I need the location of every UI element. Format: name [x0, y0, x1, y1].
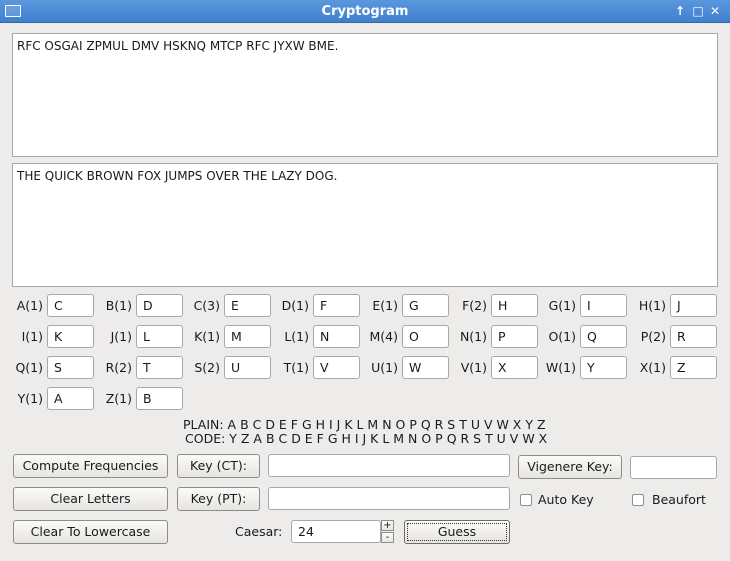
letter-label-p: P(2) — [640, 329, 666, 344]
letter-label-t: T(1) — [283, 360, 309, 375]
letter-input-n[interactable]: P — [491, 325, 538, 348]
letter-input-c[interactable]: E — [224, 294, 271, 317]
letter-label-q: Q(1) — [15, 360, 43, 375]
shade-icon[interactable]: ↑ — [672, 3, 688, 19]
letter-input-y[interactable]: A — [47, 387, 94, 410]
letter-input-l[interactable]: N — [313, 325, 360, 348]
maximize-icon[interactable]: □ — [690, 3, 706, 19]
letter-label-h: H(1) — [638, 298, 666, 313]
vigenere-key-button[interactable]: Vigenere Key: — [518, 455, 622, 479]
letter-input-p[interactable]: R — [670, 325, 717, 348]
caesar-decrement-button[interactable]: - — [381, 532, 394, 543]
letter-label-y: Y(1) — [17, 391, 43, 406]
clear-letters-button[interactable]: Clear Letters — [13, 487, 168, 511]
letter-input-j[interactable]: L — [136, 325, 183, 348]
letter-input-b[interactable]: D — [136, 294, 183, 317]
letter-input-m[interactable]: O — [402, 325, 449, 348]
letter-label-e: E(1) — [372, 298, 398, 313]
letter-input-d[interactable]: F — [313, 294, 360, 317]
letter-label-i: I(1) — [21, 329, 43, 344]
letter-input-x[interactable]: Z — [670, 356, 717, 379]
window-title: Cryptogram — [321, 4, 409, 19]
key-ct-input[interactable] — [268, 454, 510, 477]
close-icon[interactable]: ✕ — [707, 3, 723, 19]
letter-label-o: O(1) — [548, 329, 576, 344]
letter-label-n: N(1) — [459, 329, 487, 344]
letter-label-k: K(1) — [194, 329, 220, 344]
letter-label-a: A(1) — [16, 298, 43, 313]
letter-label-c: C(3) — [193, 298, 220, 313]
letter-label-m: M(4) — [369, 329, 399, 344]
letter-label-r: R(2) — [105, 360, 132, 375]
code-alphabet: CODE: Y Z A B C D E F G H I J K L M N O … — [185, 431, 548, 446]
letter-input-t[interactable]: V — [313, 356, 360, 379]
letter-label-w: W(1) — [545, 360, 576, 375]
key-pt-button[interactable]: Key (PT): — [177, 487, 260, 511]
plain-alphabet: PLAIN: A B C D E F G H I J K L M N O P Q… — [183, 417, 546, 432]
letter-label-f: F(2) — [462, 298, 487, 313]
ciphertext-area[interactable]: RFC OSGAI ZPMUL DMV HSKNQ MTCP RFC JYXW … — [12, 33, 718, 157]
letter-input-r[interactable]: T — [136, 356, 183, 379]
letter-label-u: U(1) — [371, 360, 398, 375]
letter-input-w[interactable]: Y — [580, 356, 627, 379]
vigenere-key-input[interactable] — [630, 456, 717, 479]
letter-input-v[interactable]: X — [491, 356, 538, 379]
letter-label-g: G(1) — [548, 298, 576, 313]
plaintext-area[interactable]: THE QUICK BROWN FOX JUMPS OVER THE LAZY … — [12, 163, 718, 287]
letter-label-j: J(1) — [110, 329, 132, 344]
letter-input-z[interactable]: B — [136, 387, 183, 410]
caesar-increment-button[interactable]: + — [381, 520, 394, 531]
letter-label-x: X(1) — [639, 360, 666, 375]
letter-label-l: L(1) — [284, 329, 309, 344]
key-ct-button[interactable]: Key (CT): — [177, 454, 260, 478]
key-pt-input[interactable] — [268, 487, 510, 510]
letter-input-k[interactable]: M — [224, 325, 271, 348]
letter-label-v: V(1) — [460, 360, 487, 375]
letter-input-f[interactable]: H — [491, 294, 538, 317]
letter-input-e[interactable]: G — [402, 294, 449, 317]
beaufort-checkbox[interactable] — [632, 494, 644, 506]
letter-label-d: D(1) — [281, 298, 309, 313]
letter-input-q[interactable]: S — [47, 356, 94, 379]
letter-input-u[interactable]: W — [402, 356, 449, 379]
compute-frequencies-button[interactable]: Compute Frequencies — [13, 454, 168, 478]
guess-button[interactable]: Guess — [404, 520, 510, 544]
letter-input-a[interactable]: C — [47, 294, 94, 317]
letter-input-s[interactable]: U — [224, 356, 271, 379]
caesar-label: Caesar: — [235, 524, 283, 539]
letter-input-i[interactable]: K — [47, 325, 94, 348]
letter-label-s: S(2) — [194, 360, 220, 375]
caesar-input[interactable]: 24 — [291, 520, 381, 543]
letter-input-h[interactable]: J — [670, 294, 717, 317]
clear-to-lowercase-button[interactable]: Clear To Lowercase — [13, 520, 168, 544]
auto-key-label: Auto Key — [538, 492, 594, 507]
title-bar: Cryptogram ↑ □ ✕ — [0, 0, 730, 23]
letter-input-g[interactable]: I — [580, 294, 627, 317]
beaufort-label: Beaufort — [652, 492, 706, 507]
letter-input-o[interactable]: Q — [580, 325, 627, 348]
letter-label-b: B(1) — [105, 298, 132, 313]
letter-label-z: Z(1) — [105, 391, 132, 406]
auto-key-checkbox[interactable] — [520, 494, 532, 506]
